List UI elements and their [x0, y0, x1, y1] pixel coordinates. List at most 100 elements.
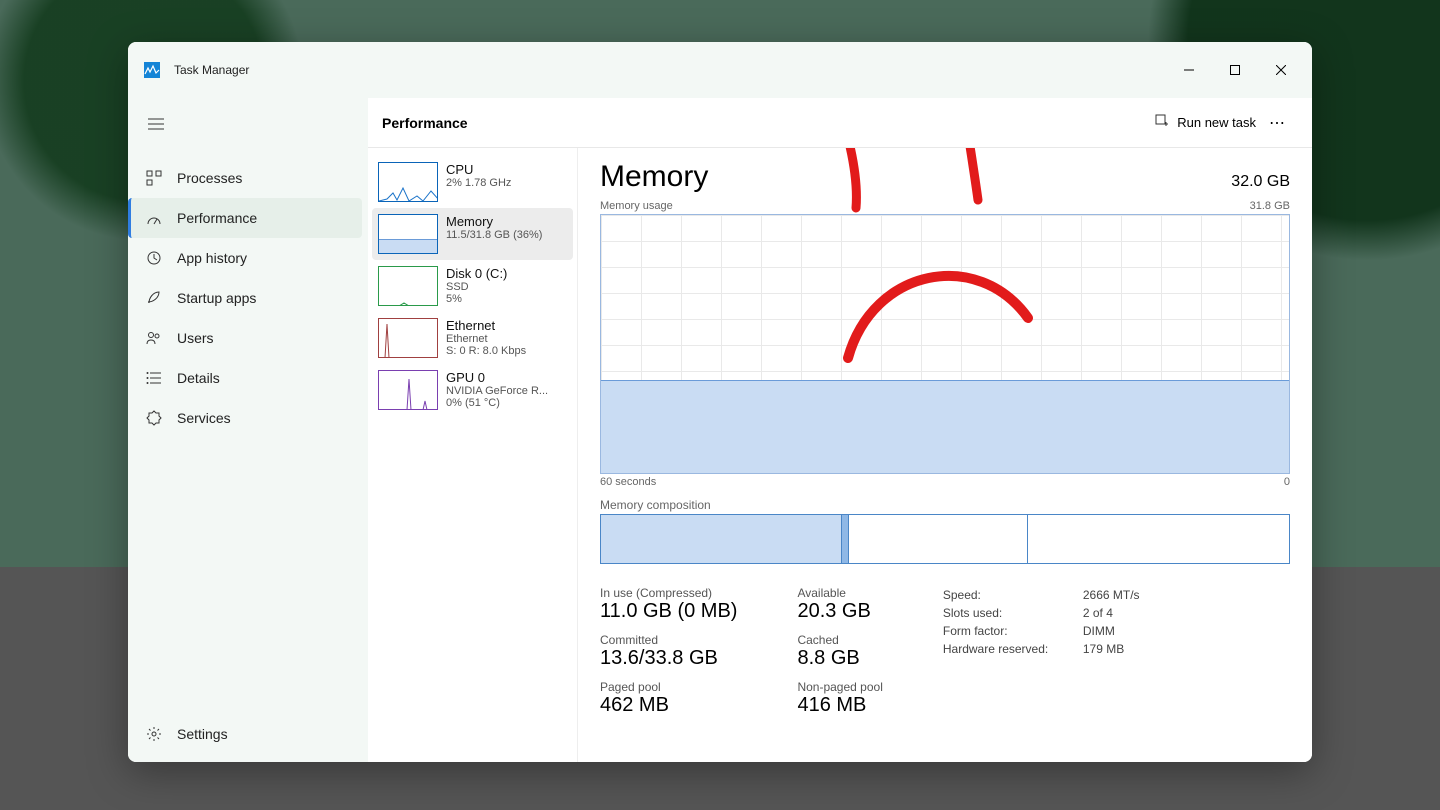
nonpaged-label: Non-paged pool: [797, 680, 882, 694]
sidebar-item-startup[interactable]: Startup apps: [128, 278, 362, 318]
hw-k: Hardware reserved:: [943, 640, 1053, 658]
ethernet-thumb: [378, 318, 438, 358]
performance-list: CPU 2% 1.78 GHz Memory 11.5/31.8 GB (36%…: [368, 148, 578, 762]
comp-standby: [849, 515, 1028, 563]
paged-value: 462 MB: [600, 694, 737, 717]
perf-item-memory[interactable]: Memory 11.5/31.8 GB (36%): [372, 208, 573, 260]
avail-label: Available: [797, 586, 882, 600]
usage-label-left: Memory usage: [600, 200, 673, 212]
page-title: Performance: [382, 115, 468, 131]
speed-v: 2666 MT/s: [1083, 586, 1140, 604]
axis-right: 0: [1284, 476, 1290, 488]
memory-composition-bar[interactable]: [600, 514, 1290, 564]
committed-label: Committed: [600, 633, 737, 647]
speed-icon: [145, 209, 163, 227]
sidebar-item-label: Processes: [177, 170, 242, 186]
sidebar-item-performance[interactable]: Performance: [128, 198, 362, 238]
perf-sub: SSD: [446, 281, 567, 293]
hamburger-button[interactable]: [136, 106, 176, 142]
committed-value: 13.6/33.8 GB: [600, 647, 737, 670]
sidebar-item-label: Performance: [177, 210, 257, 226]
memory-detail-pane: Memory 32.0 GB Memory usage 31.8 GB 60 s…: [578, 148, 1312, 762]
usage-label-right: 31.8 GB: [1250, 200, 1290, 212]
perf-name: Memory: [446, 214, 567, 229]
form-k: Form factor:: [943, 622, 1053, 640]
detail-title: Memory: [600, 160, 708, 194]
titlebar[interactable]: Task Manager: [128, 42, 1312, 98]
sidebar-item-users[interactable]: Users: [128, 318, 362, 358]
sidebar-item-label: Details: [177, 370, 220, 386]
sidebar-item-details[interactable]: Details: [128, 358, 362, 398]
main-header: Performance Run new task ⋯: [368, 98, 1312, 148]
memory-usage-chart[interactable]: [600, 214, 1290, 474]
perf-sub2: 0% (51 °C): [446, 397, 567, 409]
slots-k: Slots used:: [943, 604, 1053, 622]
memory-hw-table: Speed: 2666 MT/s Slots used: 2 of 4 Form f…: [943, 586, 1140, 717]
sidebar-item-label: Services: [177, 410, 231, 426]
perf-item-ethernet[interactable]: Ethernet Ethernet S: 0 R: 8.0 Kbps: [372, 312, 573, 364]
gear-icon: [145, 409, 163, 427]
rocket-icon: [145, 289, 163, 307]
settings-icon: [145, 725, 163, 743]
form-v: DIMM: [1083, 622, 1115, 640]
close-button[interactable]: [1258, 50, 1304, 90]
perf-name: Ethernet: [446, 318, 567, 333]
perf-item-cpu[interactable]: CPU 2% 1.78 GHz: [372, 156, 573, 208]
memory-usage-fill: [601, 380, 1289, 473]
memory-stats: In use (Compressed) 11.0 GB (0 MB) Commi…: [600, 586, 1290, 717]
gpu-thumb: [378, 370, 438, 410]
perf-sub: 2% 1.78 GHz: [446, 177, 567, 189]
perf-sub: 11.5/31.8 GB (36%): [446, 229, 567, 241]
main-panel: Performance Run new task ⋯ CPU: [368, 98, 1312, 762]
composition-label: Memory composition: [600, 498, 1290, 512]
sidebar-item-label: Users: [177, 330, 214, 346]
history-icon: [145, 249, 163, 267]
sidebar-item-label: Startup apps: [177, 290, 256, 306]
inuse-label: In use (Compressed): [600, 586, 737, 600]
slots-v: 2 of 4: [1083, 604, 1113, 622]
maximize-button[interactable]: [1212, 50, 1258, 90]
run-task-icon: [1155, 114, 1169, 131]
perf-name: Disk 0 (C:): [446, 266, 567, 281]
perf-sub: NVIDIA GeForce R...: [446, 385, 567, 397]
sidebar-item-settings[interactable]: Settings: [128, 714, 362, 754]
sidebar-item-label: App history: [177, 250, 247, 266]
perf-name: CPU: [446, 162, 567, 177]
perf-item-gpu[interactable]: GPU 0 NVIDIA GeForce R... 0% (51 °C): [372, 364, 573, 416]
comp-inuse: [601, 515, 842, 563]
app-icon: [144, 62, 160, 78]
grid-icon: [145, 169, 163, 187]
more-button[interactable]: ⋯: [1264, 113, 1292, 133]
detail-total: 32.0 GB: [1231, 173, 1290, 191]
sidebar-item-services[interactable]: Services: [128, 398, 362, 438]
perf-sub2: 5%: [446, 293, 567, 305]
run-new-task-button[interactable]: Run new task: [1147, 110, 1264, 135]
run-task-label: Run new task: [1177, 115, 1256, 130]
perf-name: GPU 0: [446, 370, 567, 385]
task-manager-window: Task Manager Processes Performance App h…: [128, 42, 1312, 762]
sidebar-item-apphistory[interactable]: App history: [128, 238, 362, 278]
avail-value: 20.3 GB: [797, 600, 882, 623]
perf-sub: Ethernet: [446, 333, 567, 345]
disk-thumb: [378, 266, 438, 306]
cpu-thumb: [378, 162, 438, 202]
paged-label: Paged pool: [600, 680, 737, 694]
comp-modified: [842, 515, 849, 563]
nonpaged-value: 416 MB: [797, 694, 882, 717]
sidebar-item-processes[interactable]: Processes: [128, 158, 362, 198]
speed-k: Speed:: [943, 586, 1053, 604]
sidebar-item-label: Settings: [177, 726, 228, 742]
inuse-value: 11.0 GB (0 MB): [600, 600, 737, 623]
perf-sub2: S: 0 R: 8.0 Kbps: [446, 345, 567, 357]
minimize-button[interactable]: [1166, 50, 1212, 90]
axis-left: 60 seconds: [600, 476, 656, 488]
comp-free: [1028, 515, 1289, 563]
memory-thumb: [378, 214, 438, 254]
app-title: Task Manager: [174, 63, 249, 77]
cached-label: Cached: [797, 633, 882, 647]
nav-sidebar: Processes Performance App history Startu…: [128, 98, 368, 762]
list-icon: [145, 369, 163, 387]
hw-v: 179 MB: [1083, 640, 1124, 658]
users-icon: [145, 329, 163, 347]
perf-item-disk[interactable]: Disk 0 (C:) SSD 5%: [372, 260, 573, 312]
